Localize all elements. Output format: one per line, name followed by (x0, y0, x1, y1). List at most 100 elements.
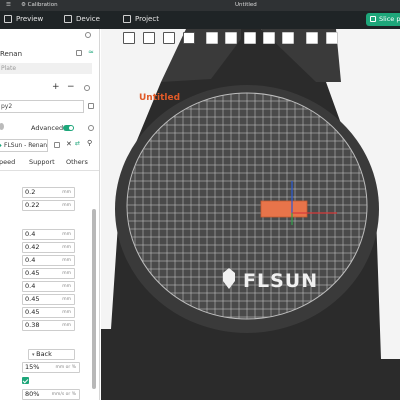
field-value: 80% (25, 390, 40, 398)
compare-icon[interactable]: ⇄ (75, 140, 80, 147)
printer-bed-scene: FLSUN (101, 29, 400, 400)
field-unit: mm (62, 284, 71, 289)
process-preset-select[interactable]: ◆ FLSun - Renan (0, 139, 48, 152)
menu-icon[interactable]: ☰ (6, 2, 11, 8)
line-width-inner-wall-field[interactable]: 0.45 mm (22, 268, 75, 279)
filament-settings-icon[interactable] (84, 85, 90, 91)
field-value: 0.22 (25, 201, 40, 209)
layout-tool[interactable] (183, 32, 195, 44)
edit-printer-icon[interactable] (76, 50, 82, 56)
paste-tool[interactable] (225, 32, 237, 44)
seam-position-select[interactable]: ▾ Back (28, 349, 75, 360)
slice-plate-button[interactable]: Slice p (366, 13, 400, 26)
edit-filament-icon[interactable] (88, 103, 94, 109)
add-filament-button[interactable]: + (52, 82, 60, 92)
line-width-top-surface-field[interactable]: 0.4 mm (22, 281, 75, 292)
process-settings-icon[interactable] (88, 125, 94, 131)
preview-icon (4, 15, 12, 23)
field-unit: mm (62, 232, 71, 237)
line-width-default-field[interactable]: 0.4 mm (22, 229, 75, 240)
project-label: Project (135, 15, 159, 23)
field-unit: mm or % (55, 365, 76, 370)
line-width-support-field[interactable]: 0.38 mm (22, 320, 75, 331)
project-icon (123, 15, 131, 23)
preview-label: Preview (16, 15, 44, 23)
project-tab[interactable]: Project (123, 15, 159, 23)
line-width-sparse-infill-field[interactable]: 0.45 mm (22, 294, 75, 305)
window-title: Untitled (235, 2, 257, 8)
layer-height-field[interactable]: 0.2 mm (22, 187, 75, 198)
speed-percent-field[interactable]: 80% mm/s or % (22, 389, 80, 400)
field-value: 0.45 (25, 295, 40, 303)
field-value: 0.4 (25, 256, 36, 264)
field-unit: mm (62, 323, 71, 328)
advanced-label: Advanced (31, 124, 64, 132)
field-value: 15% (25, 363, 40, 371)
tab-speed[interactable]: peed (0, 158, 15, 166)
slice-button-label: Slice p (379, 15, 400, 23)
field-value: 0.2 (25, 188, 36, 196)
line-width-outer-wall-field[interactable]: 0.4 mm (22, 255, 75, 266)
settings-panel: Renan ≈ Plate + − py2 Advanced ◆ FLSun -… (0, 29, 100, 400)
process-icon (0, 123, 4, 130)
field-value: 0.4 (25, 282, 36, 290)
printer-name: Renan (0, 50, 23, 58)
gear-icon[interactable] (85, 32, 91, 38)
field-value: 0.45 (25, 269, 40, 277)
reset-icon[interactable]: ✕ (66, 140, 72, 148)
field-unit: mm (62, 297, 71, 302)
remove-filament-button[interactable]: − (67, 82, 75, 92)
panel-scrollbar[interactable] (92, 209, 96, 389)
seam-checkbox[interactable] (22, 377, 29, 384)
wifi-icon[interactable]: ≈ (88, 48, 94, 56)
save-preset-icon[interactable] (54, 142, 60, 148)
search-icon[interactable]: ⚲ (87, 139, 92, 147)
support-tool[interactable] (306, 32, 318, 44)
seam-gap-field[interactable]: 15% mm or % (22, 362, 80, 373)
seam-tool[interactable] (326, 32, 338, 44)
slice-icon (370, 16, 376, 22)
device-tab[interactable]: Device (64, 15, 100, 23)
field-unit: mm (62, 245, 71, 250)
main-toolbar: Preview Device Project Slice p (0, 11, 400, 29)
split-tool[interactable] (263, 32, 275, 44)
field-unit: mm (62, 310, 71, 315)
copy-tool[interactable] (206, 32, 218, 44)
tab-support[interactable]: Support (29, 158, 55, 166)
plate-type-select[interactable]: Plate (0, 63, 92, 74)
arrange-tool[interactable] (163, 32, 175, 44)
logo-text: FLSUN (243, 270, 318, 292)
delete-tool[interactable] (244, 32, 256, 44)
seam-value: Back (36, 350, 52, 358)
preview-tab[interactable]: Preview (4, 15, 43, 23)
cut-tool[interactable] (282, 32, 294, 44)
preset-indicator-icon: ◆ (0, 140, 2, 151)
filament-select[interactable]: py2 (0, 100, 84, 113)
field-unit: mm (62, 190, 71, 195)
line-width-first-layer-field[interactable]: 0.42 mm (22, 242, 75, 253)
field-value: 0.45 (25, 308, 40, 316)
3d-viewport[interactable]: FLSUN Untitled (101, 29, 400, 400)
advanced-toggle[interactable] (63, 125, 74, 131)
project-title: Untitled (139, 93, 181, 103)
field-value: 0.42 (25, 243, 40, 251)
calibration-tab-label: Calibration (27, 2, 58, 8)
calibration-tab[interactable]: ⚙ Calibration (21, 2, 58, 8)
tab-divider (0, 170, 99, 171)
field-unit: mm/s or % (51, 392, 76, 397)
title-bar: ☰ ⚙ Calibration Untitled (0, 0, 400, 11)
device-label: Device (76, 15, 100, 23)
line-width-internal-solid-field[interactable]: 0.45 mm (22, 307, 75, 318)
first-layer-height-field[interactable]: 0.22 mm (22, 200, 75, 211)
field-unit: mm (62, 271, 71, 276)
preset-name: FLSun - Renan (4, 142, 48, 149)
grid-tool[interactable] (143, 32, 155, 44)
field-value: 0.38 (25, 321, 40, 329)
field-unit: mm (62, 258, 71, 263)
tab-others[interactable]: Others (66, 158, 88, 166)
field-value: 0.4 (25, 230, 36, 238)
add-object-tool[interactable] (123, 32, 135, 44)
device-icon (64, 15, 72, 23)
model-object[interactable] (260, 200, 308, 218)
field-unit: mm (62, 203, 71, 208)
